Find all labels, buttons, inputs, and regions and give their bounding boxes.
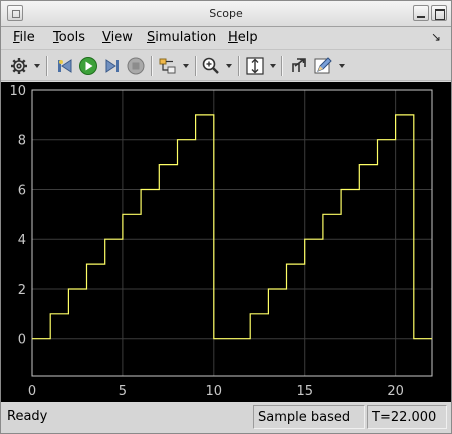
minimize-icon[interactable] bbox=[413, 5, 429, 21]
step-back-icon[interactable] bbox=[54, 55, 76, 77]
plot-background bbox=[1, 82, 451, 402]
menu-view-mnemonic: V bbox=[102, 30, 111, 45]
autoscale-icon[interactable] bbox=[244, 55, 266, 77]
x-tick-label: 0 bbox=[28, 384, 36, 399]
plot-canvas[interactable]: 0 5 10 15 20 0 2 4 6 8 10 bbox=[1, 82, 451, 402]
gear-dropdown-icon[interactable] bbox=[34, 64, 40, 68]
toolbar-separator bbox=[238, 56, 240, 76]
menu-tools-label: ools bbox=[58, 30, 86, 45]
menu-overflow-icon[interactable]: ↘ bbox=[431, 30, 441, 44]
menu-file-label: ile bbox=[19, 30, 35, 45]
toolbar-separator bbox=[281, 56, 283, 76]
x-tick-label: 15 bbox=[296, 384, 313, 399]
x-tick-label: 10 bbox=[206, 384, 223, 399]
gear-icon[interactable] bbox=[8, 55, 30, 77]
y-tick-label: 10 bbox=[9, 84, 26, 99]
menu-help-mnemonic: H bbox=[228, 30, 238, 45]
zoom-dropdown-icon[interactable] bbox=[226, 64, 232, 68]
status-mode: Sample based bbox=[253, 405, 365, 429]
signal-select-icon[interactable] bbox=[157, 55, 179, 77]
y-tick-label: 8 bbox=[18, 134, 26, 149]
style-edit-dropdown-icon[interactable] bbox=[339, 64, 345, 68]
y-tick-label: 4 bbox=[18, 233, 26, 248]
highlight-block-icon[interactable] bbox=[288, 55, 310, 77]
autoscale-dropdown-icon[interactable] bbox=[270, 64, 276, 68]
menu-help[interactable]: Help bbox=[228, 30, 258, 45]
title-bar[interactable]: Scope bbox=[1, 1, 451, 27]
scope-plot[interactable]: 0 5 10 15 20 0 2 4 6 8 10 bbox=[1, 82, 451, 402]
step-forward-icon[interactable] bbox=[101, 55, 123, 77]
zoom-in-icon[interactable] bbox=[200, 55, 222, 77]
signal-select-dropdown-icon[interactable] bbox=[183, 64, 189, 68]
menu-tools[interactable]: Tools bbox=[53, 30, 85, 45]
x-tick-label: 5 bbox=[119, 384, 127, 399]
toolbar-separator bbox=[195, 56, 197, 76]
x-tick-label: 20 bbox=[387, 384, 404, 399]
maximize-icon[interactable] bbox=[431, 5, 447, 21]
status-time: T=22.000 bbox=[367, 405, 447, 429]
status-state: Ready bbox=[7, 409, 48, 424]
toolbar-separator bbox=[46, 56, 48, 76]
menu-help-label: elp bbox=[237, 30, 258, 45]
menu-simulation[interactable]: Simulation bbox=[147, 30, 216, 45]
status-bar: Ready Sample based T=22.000 bbox=[1, 403, 451, 433]
y-tick-label: 2 bbox=[18, 283, 26, 298]
toolbar bbox=[1, 49, 451, 81]
menu-bar: File Tools View Simulation Help ↘ bbox=[1, 27, 451, 49]
menu-file[interactable]: File bbox=[13, 30, 35, 45]
style-edit-icon[interactable] bbox=[312, 55, 334, 77]
run-icon[interactable] bbox=[77, 55, 99, 77]
menu-simulation-label: imulation bbox=[155, 30, 217, 45]
toolbar-separator bbox=[151, 56, 153, 76]
menu-view[interactable]: View bbox=[102, 30, 133, 45]
scope-window: Scope File Tools View Simulation Help ↘ bbox=[0, 0, 452, 434]
menu-view-label: iew bbox=[110, 30, 133, 45]
stop-icon[interactable] bbox=[125, 55, 147, 77]
y-tick-label: 0 bbox=[18, 333, 26, 348]
y-tick-label: 6 bbox=[18, 183, 26, 198]
window-title: Scope bbox=[209, 7, 243, 20]
